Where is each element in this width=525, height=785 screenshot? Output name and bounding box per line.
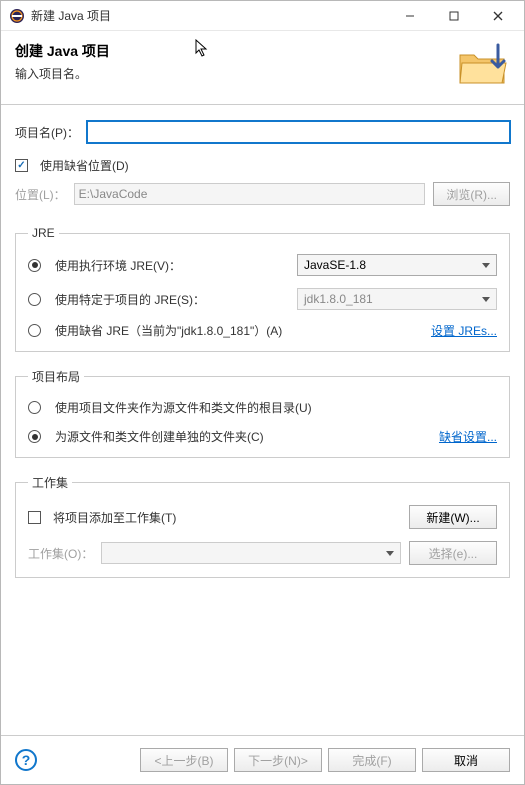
layout-defaults-link[interactable]: 缺省设置... (439, 428, 497, 445)
window-title: 新建 Java 项目 (31, 7, 388, 24)
jre-project-value: jdk1.8.0_181 (304, 292, 373, 306)
workingset-label: 工作集(O)： (28, 545, 93, 562)
workingset-legend: 工作集 (28, 474, 72, 491)
configure-jres-link[interactable]: 设置 JREs... (431, 322, 497, 339)
workingset-group: 工作集 将项目添加至工作集(T) 新建(W)... 工作集(O)： 选择(e).… (15, 474, 510, 578)
maximize-button[interactable] (432, 2, 476, 30)
browse-button[interactable]: 浏览(R)... (433, 182, 510, 206)
jre-legend: JRE (28, 226, 59, 240)
workingset-select (101, 542, 401, 564)
jre-exec-env-radio[interactable] (28, 259, 41, 272)
dialog-window: 新建 Java 项目 创建 Java 项目 输入项目名。 项目名(P)： 使用缺… (0, 0, 525, 785)
jre-default-row: 使用缺省 JRE（当前为"jdk1.8.0_181"）(A) 设置 JREs..… (28, 322, 497, 339)
jre-project-select: jdk1.8.0_181 (297, 288, 497, 310)
layout-group: 项目布局 使用项目文件夹作为源文件和类文件的根目录(U) 为源文件和类文件创建单… (15, 368, 510, 458)
layout-separate-radio[interactable] (28, 430, 41, 443)
workingset-select-button[interactable]: 选择(e)... (409, 541, 497, 565)
jre-group: JRE 使用执行环境 JRE(V)： JavaSE-1.8 使用特定于项目的 J… (15, 226, 510, 352)
location-label: 位置(L)： (15, 186, 66, 203)
workingset-new-button[interactable]: 新建(W)... (409, 505, 497, 529)
dialog-title: 创建 Java 项目 (15, 41, 510, 61)
layout-root-row: 使用项目文件夹作为源文件和类文件的根目录(U) (28, 399, 497, 416)
jre-exec-env-row: 使用执行环境 JRE(V)： JavaSE-1.8 (28, 254, 497, 276)
location-row: 位置(L)： 浏览(R)... (15, 182, 510, 206)
layout-separate-label: 为源文件和类文件创建单独的文件夹(C) (55, 428, 431, 445)
finish-button[interactable]: 完成(F) (328, 748, 416, 772)
default-location-row: 使用缺省位置(D) (15, 157, 510, 174)
jre-project-label: 使用特定于项目的 JRE(S)： (55, 291, 289, 308)
titlebar: 新建 Java 项目 (1, 1, 524, 31)
project-name-input[interactable] (87, 121, 510, 143)
jre-default-radio[interactable] (28, 324, 41, 337)
help-button[interactable]: ? (15, 749, 37, 771)
dialog-content: 项目名(P)： 使用缺省位置(D) 位置(L)： 浏览(R)... JRE 使用… (1, 105, 524, 735)
layout-root-label: 使用项目文件夹作为源文件和类文件的根目录(U) (55, 399, 497, 416)
layout-root-radio[interactable] (28, 401, 41, 414)
jre-exec-env-value: JavaSE-1.8 (304, 258, 366, 272)
workingset-add-label: 将项目添加至工作集(T) (53, 509, 401, 526)
workingset-add-row: 将项目添加至工作集(T) 新建(W)... (28, 505, 497, 529)
default-location-label: 使用缺省位置(D) (40, 157, 129, 174)
layout-separate-row: 为源文件和类文件创建单独的文件夹(C) 缺省设置... (28, 428, 497, 445)
jre-exec-env-select[interactable]: JavaSE-1.8 (297, 254, 497, 276)
jre-exec-env-label: 使用执行环境 JRE(V)： (55, 257, 289, 274)
cancel-button[interactable]: 取消 (422, 748, 510, 772)
jre-project-radio[interactable] (28, 293, 41, 306)
dialog-subtitle: 输入项目名。 (15, 65, 510, 82)
dialog-footer: ? <上一步(B) 下一步(N)> 完成(F) 取消 (1, 735, 524, 784)
workingset-select-row: 工作集(O)： 选择(e)... (28, 541, 497, 565)
default-location-checkbox[interactable] (15, 159, 28, 172)
jre-default-label: 使用缺省 JRE（当前为"jdk1.8.0_181"）(A) (55, 322, 423, 339)
layout-legend: 项目布局 (28, 368, 84, 385)
project-name-row: 项目名(P)： (15, 121, 510, 143)
location-input (74, 183, 426, 205)
next-button[interactable]: 下一步(N)> (234, 748, 322, 772)
project-name-label: 项目名(P)： (15, 124, 79, 141)
back-button[interactable]: <上一步(B) (140, 748, 228, 772)
jre-project-row: 使用特定于项目的 JRE(S)： jdk1.8.0_181 (28, 288, 497, 310)
workingset-add-checkbox[interactable] (28, 511, 41, 524)
eclipse-icon (9, 8, 25, 24)
dialog-header: 创建 Java 项目 输入项目名。 (1, 31, 524, 105)
close-button[interactable] (476, 2, 520, 30)
minimize-button[interactable] (388, 2, 432, 30)
wizard-folder-icon (456, 41, 510, 90)
